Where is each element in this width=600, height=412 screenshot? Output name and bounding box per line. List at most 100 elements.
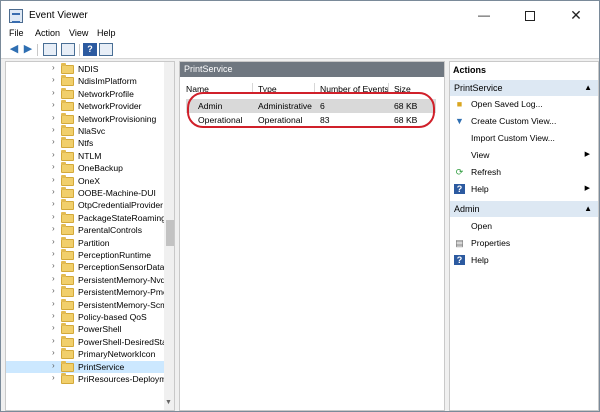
expand-chevron-icon[interactable]: ›	[52, 224, 55, 233]
tree-item[interactable]: › Policy-based QoS	[6, 311, 164, 323]
action-properties[interactable]: ▤ Properties	[450, 235, 598, 251]
tree-item[interactable]: › NlaSvc	[6, 125, 164, 137]
tree-item[interactable]: › PersistentMemory-Pmer	[6, 286, 171, 298]
expand-chevron-icon[interactable]: ›	[52, 212, 55, 221]
expand-chevron-icon[interactable]: ›	[52, 63, 55, 72]
tree-item[interactable]: › OOBE-Machine-DUI	[6, 187, 164, 199]
tree-scrollbar[interactable]: ▼	[164, 62, 174, 410]
tree-item[interactable]: › ParentalControls	[6, 224, 164, 236]
tree-item-label: NdisImPlatform	[78, 76, 137, 87]
folder-icon	[61, 199, 74, 211]
tree-item[interactable]: › NdisImPlatform	[6, 75, 164, 87]
folder-icon	[61, 298, 74, 310]
tree-item[interactable]: › NetworkProvisioning	[6, 112, 164, 125]
tree-item[interactable]: › NetworkProfile	[6, 87, 164, 100]
menu-help[interactable]: Help	[97, 28, 116, 38]
scrollbar-thumb[interactable]	[166, 220, 174, 246]
action-create-custom-view[interactable]: ▼ Create Custom View...	[450, 113, 598, 129]
tree-item[interactable]: › Partition	[6, 236, 164, 249]
action-open[interactable]: Open	[450, 218, 598, 234]
expand-chevron-icon[interactable]: ›	[52, 348, 55, 357]
tree-item[interactable]: › Ntfs	[6, 137, 164, 149]
tree-item[interactable]: › NetworkProvider	[6, 100, 164, 112]
show-hide-tree-icon[interactable]	[61, 43, 75, 56]
expand-chevron-icon[interactable]: ›	[52, 125, 55, 134]
expand-chevron-icon[interactable]: ›	[52, 274, 55, 283]
expand-chevron-icon[interactable]: ›	[52, 286, 55, 295]
scroll-down-arrow-icon[interactable]: ▼	[165, 399, 172, 406]
tree-item[interactable]: › PersistentMemory-ScmE	[6, 298, 173, 311]
tree-item[interactable]: › OneX	[6, 174, 164, 187]
tree-item-label: PackageStateRoaming	[78, 212, 166, 223]
actions-header: Actions	[450, 62, 598, 78]
back-arrow-icon[interactable]: ◀	[7, 43, 21, 56]
expand-chevron-icon[interactable]: ›	[52, 162, 55, 171]
tree-item[interactable]: › PowerShell	[6, 323, 164, 335]
tree-item[interactable]: › PrimaryNetworkIcon	[6, 348, 164, 360]
tree-item-label: ParentalControls	[78, 225, 143, 236]
tree-item-label: Policy-based QoS	[78, 312, 147, 322]
folder-icon	[61, 63, 74, 74]
help-icon[interactable]: ?	[83, 43, 97, 56]
properties-icon: ▤	[455, 238, 464, 248]
action-refresh[interactable]: ⟳ Refresh	[450, 164, 598, 180]
expand-chevron-icon[interactable]: ›	[52, 336, 55, 345]
action-import-custom-view[interactable]: Import Custom View...	[450, 130, 598, 146]
expand-chevron-icon[interactable]: ›	[52, 261, 55, 270]
action-view[interactable]: View ▶	[450, 147, 598, 163]
tree-item[interactable]: › PrintService	[6, 360, 164, 373]
expand-chevron-icon[interactable]: ›	[52, 137, 55, 146]
collapse-caret-icon[interactable]: ▲	[584, 201, 592, 217]
tree-item[interactable]: › PerceptionRuntime	[6, 249, 164, 261]
expand-chevron-icon[interactable]: ›	[52, 237, 55, 246]
tree-item-label: OneX	[78, 175, 100, 186]
expand-chevron-icon[interactable]: ›	[52, 299, 55, 308]
tree-item[interactable]: › NTLM	[6, 149, 164, 162]
expand-chevron-icon[interactable]: ›	[52, 75, 55, 84]
expand-chevron-icon[interactable]: ›	[52, 249, 55, 258]
window-title: Event Viewer	[29, 10, 88, 21]
show-hide-action-pane-icon[interactable]	[99, 43, 113, 56]
tree-item[interactable]: › PerceptionSensorDataSe	[6, 261, 174, 273]
tree-item[interactable]: › PowerShell-DesiredState	[6, 335, 174, 348]
actions-section-admin[interactable]: Admin ▲	[450, 201, 598, 217]
action-help-admin[interactable]: ? Help	[450, 252, 598, 268]
folder-icon	[61, 273, 74, 285]
expand-chevron-icon[interactable]: ›	[52, 113, 55, 122]
tree-item[interactable]: › OneBackup	[6, 162, 164, 174]
tree-item-label: PerceptionRuntime	[78, 250, 152, 260]
expand-chevron-icon[interactable]: ›	[52, 323, 55, 332]
action-open-saved-log[interactable]: ■ Open Saved Log...	[450, 96, 598, 112]
folder-icon	[61, 373, 74, 384]
toolbar-separator	[79, 44, 80, 56]
expand-chevron-icon[interactable]: ›	[52, 311, 55, 320]
forward-arrow-icon[interactable]: ▶	[21, 43, 35, 56]
expand-chevron-icon[interactable]: ›	[52, 199, 55, 208]
expand-chevron-icon[interactable]: ›	[52, 361, 55, 370]
expand-chevron-icon[interactable]: ›	[52, 175, 55, 184]
expand-chevron-icon[interactable]: ›	[52, 187, 55, 196]
action-help[interactable]: ? Help ▶	[450, 181, 598, 197]
menu-file[interactable]: File	[9, 28, 24, 38]
menu-view[interactable]: View	[69, 28, 88, 38]
tree-item[interactable]: › PriResources-Deployme	[6, 373, 171, 385]
tree-item[interactable]: › PersistentMemory-Nvdi	[6, 273, 167, 286]
folder-icon	[61, 348, 74, 360]
collapse-caret-icon[interactable]: ▲	[584, 80, 592, 96]
red-highlight-annotation	[187, 92, 435, 128]
tree-item-label: NDIS	[78, 64, 99, 74]
tree-item[interactable]: › PackageStateRoaming	[6, 211, 166, 224]
folder-icon	[61, 360, 74, 372]
tree-item[interactable]: › OtpCredentialProvider	[6, 199, 164, 211]
up-folder-icon[interactable]	[43, 43, 57, 56]
expand-chevron-icon[interactable]: ›	[52, 88, 55, 97]
actions-section-printservice[interactable]: PrintService ▲	[450, 80, 598, 96]
menu-action[interactable]: Action	[35, 28, 60, 38]
submenu-arrow-icon: ▶	[584, 185, 590, 192]
expand-chevron-icon[interactable]: ›	[52, 150, 55, 159]
tree-item[interactable]: › NDIS	[6, 63, 164, 75]
tree-item-label: NlaSvc	[78, 126, 106, 136]
expand-chevron-icon[interactable]: ›	[52, 373, 55, 382]
expand-chevron-icon[interactable]: ›	[52, 100, 55, 109]
tree-item-label: PerceptionSensorDataSe	[78, 262, 175, 273]
